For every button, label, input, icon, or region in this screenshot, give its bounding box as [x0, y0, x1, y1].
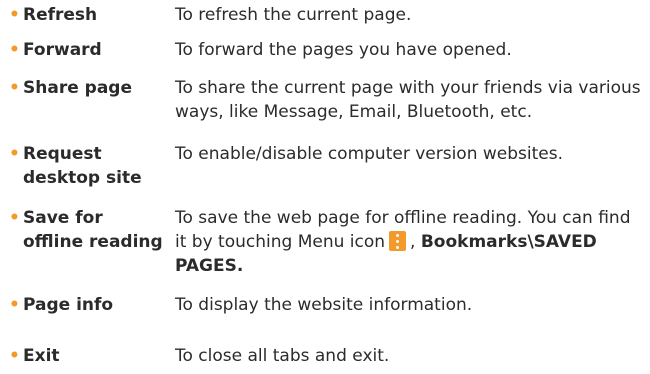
bookmarks-path-line1: Bookmarks\SAVED [420, 232, 597, 252]
desc-forward: To forward the pages you have opened. [175, 40, 512, 60]
bullet: • [9, 208, 20, 228]
bullet: • [9, 5, 20, 25]
desc-refresh: To refresh the current page. [175, 5, 412, 25]
desc-exit: To close all tabs and exit. [175, 346, 390, 366]
desc-save-offline-line2: it by touching Menu icon, Bookmarks\SAVE… [175, 230, 643, 254]
bullet: • [9, 78, 20, 98]
bullet: • [9, 346, 20, 366]
term-refresh: Refresh [23, 5, 98, 25]
bookmarks-path-line2: PAGES. [175, 256, 244, 276]
vertical-dots-menu-icon [389, 231, 407, 251]
desc-request-desktop-site: To enable/disable computer version websi… [175, 144, 563, 164]
term-save-offline-line2: offline reading [23, 232, 163, 252]
desc-save-offline-line1: To save the web page for offline reading… [175, 208, 631, 228]
bullet: • [9, 40, 20, 60]
desc-share-page-line1: To share the current page with your frie… [175, 78, 641, 98]
desc-page-info: To display the website information. [175, 295, 473, 315]
term-share-page: Share page [23, 78, 132, 98]
desc-save-offline-text: it by touching Menu icon [175, 232, 386, 252]
bullet: • [9, 295, 20, 315]
term-page-info: Page info [23, 295, 114, 315]
bullet: • [9, 144, 20, 164]
term-exit: Exit [23, 346, 60, 366]
term-request-desktop-line2: desktop site [23, 168, 142, 188]
term-request-desktop-line1: Request [23, 144, 102, 164]
term-forward: Forward [23, 40, 102, 60]
term-save-offline-line1: Save for [23, 208, 103, 228]
comma: , [410, 232, 416, 252]
desc-share-page-line2: ways, like Message, Email, Bluetooth, et… [175, 102, 533, 122]
